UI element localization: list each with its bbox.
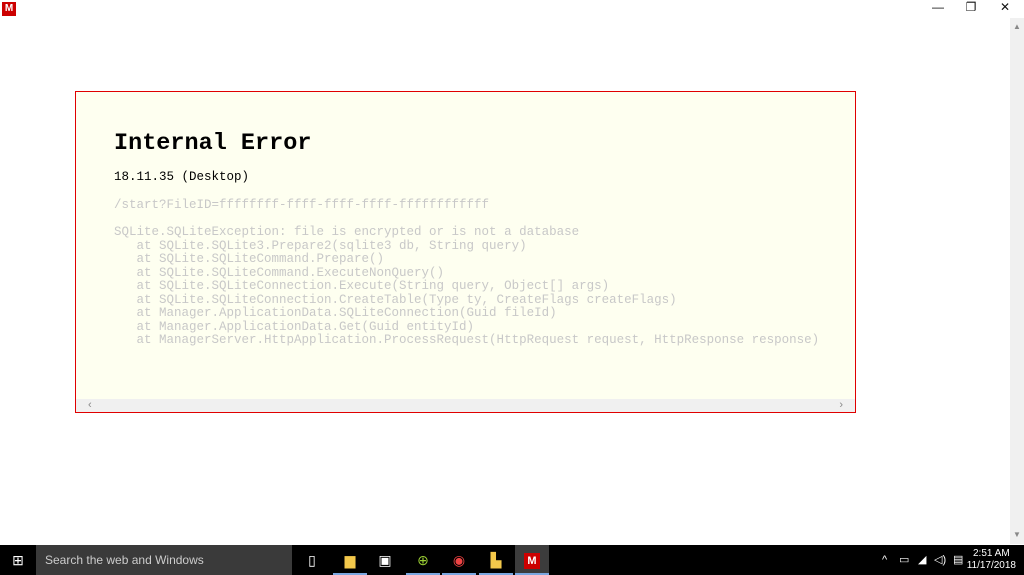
store-icon[interactable]: ▣: [368, 545, 402, 575]
scroll-left-icon[interactable]: ‹: [88, 399, 92, 411]
user-folder-icon[interactable]: ▙: [479, 545, 513, 575]
manager-app-icon: M: [524, 553, 540, 570]
scroll-right-icon[interactable]: ›: [839, 399, 843, 411]
volume-icon[interactable]: ◁): [934, 545, 946, 575]
trace-line: at Manager.ApplicationData.SQLiteConnect…: [114, 306, 557, 320]
trace-line: at SQLite.SQLiteCommand.Prepare(): [114, 252, 385, 266]
windows-start-icon[interactable]: ⊞: [0, 545, 36, 575]
clock[interactable]: 2:51 AM 11/17/2018: [967, 548, 1016, 572]
trace-line: SQLite.SQLiteException: file is encrypte…: [114, 225, 580, 239]
restore-button[interactable]: ❐: [956, 0, 986, 14]
close-button[interactable]: ✕: [990, 0, 1020, 14]
clock-date: 11/17/2018: [966, 560, 1016, 571]
trace-line: at Manager.ApplicationData.Get(Guid enti…: [114, 319, 475, 334]
minimize-button[interactable]: —: [923, 0, 953, 14]
horizontal-scrollbar[interactable]: ‹ ›: [76, 399, 855, 412]
chrome-icon[interactable]: ◉: [442, 545, 476, 575]
show-hidden-icons[interactable]: ^: [882, 545, 887, 575]
task-view-icon[interactable]: ▯: [295, 545, 329, 575]
error-title: Internal Error: [114, 130, 312, 157]
manager-app-taskbar-button[interactable]: M: [515, 545, 549, 575]
notifications-icon[interactable]: ▤: [953, 545, 963, 575]
trace-line: at SQLite.SQLiteConnection.CreateTable(T…: [114, 292, 677, 307]
clock-time: 2:51 AM: [972, 548, 1010, 559]
trace-line: at SQLite.SQLiteConnection.Execute(Strin…: [114, 279, 610, 293]
stack-trace: SQLite.SQLiteException: file is encrypte…: [114, 225, 820, 348]
trace-line: at ManagerServer.HttpApplication.Process…: [114, 333, 820, 347]
scroll-up-icon[interactable]: ▲: [1010, 22, 1024, 32]
version-text: 18.11.35 (Desktop): [114, 170, 250, 184]
trace-line: at SQLite.SQLiteCommand.ExecuteNonQuery(…: [114, 265, 445, 280]
error-panel: Internal Error 18.11.35 (Desktop) /start…: [75, 91, 856, 413]
file-explorer-icon[interactable]: ▆: [333, 545, 367, 575]
wifi-icon[interactable]: ◢: [918, 545, 926, 575]
taskbar-search-input[interactable]: Search the web and Windows: [36, 545, 292, 575]
green-plus-app-icon[interactable]: ⊕: [406, 545, 440, 575]
trace-line: at SQLite.SQLite3.Prepare2(sqlite3 db, S…: [114, 238, 527, 253]
scroll-down-icon[interactable]: ▼: [1010, 530, 1024, 540]
battery-icon[interactable]: ▭: [899, 545, 909, 575]
taskbar: ⊞ Search the web and Windows ▯ ▆ ▣ ⊕ ◉ ▙…: [0, 545, 1024, 575]
request-url: /start?FileID=ffffffff-ffff-ffff-ffff-ff…: [114, 198, 490, 212]
vertical-scrollbar[interactable]: ▲ ▼: [1010, 18, 1024, 544]
app-icon: M: [2, 2, 16, 16]
